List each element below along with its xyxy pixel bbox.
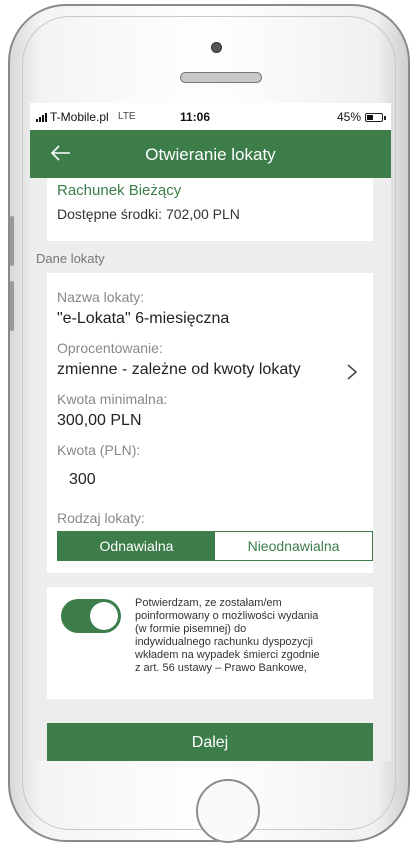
- network-label: LTE: [118, 111, 136, 122]
- account-card[interactable]: Rachunek Bieżący Dostępne środki: 702,00…: [47, 178, 373, 241]
- battery-percent: 45%: [336, 110, 361, 124]
- account-name: Rachunek Bieżący: [57, 182, 182, 199]
- front-camera: [211, 42, 222, 53]
- battery-icon: [365, 112, 386, 122]
- minimum-amount-label: Kwota minimalna:: [57, 391, 168, 407]
- clock: 11:06: [180, 110, 211, 124]
- amount-input[interactable]: 300: [69, 471, 96, 489]
- signal-bars-icon: [36, 112, 47, 122]
- option-renewable[interactable]: Odnawialna: [58, 532, 215, 560]
- page-title: Otwieranie lokaty: [145, 145, 276, 164]
- battery-fill: [367, 114, 373, 120]
- next-button[interactable]: Dalej: [47, 723, 373, 761]
- consent-toggle[interactable]: [61, 599, 121, 633]
- carrier-label: T-Mobile.pl: [50, 110, 109, 124]
- deposit-type-label: Rodzaj lokaty:: [57, 510, 145, 526]
- consent-card: Potwierdzam, ze zostałam/em poinformowan…: [47, 587, 373, 699]
- deposit-name-label: Nazwa lokaty:: [57, 289, 145, 305]
- chevron-right-icon[interactable]: [345, 362, 359, 382]
- volume-up-button: [10, 216, 14, 266]
- deposit-type-selector: Odnawialna Nieodnawialna: [57, 531, 373, 561]
- battery-group: 45%: [336, 110, 386, 124]
- consent-text: Potwierdzam, ze zostałam/em poinformowan…: [135, 597, 320, 674]
- section-label: Dane lokaty: [36, 251, 105, 266]
- interest-rate-value[interactable]: zmienne - zależne od kwoty lokaty: [57, 361, 301, 379]
- deposit-name-value: "e-Lokata" 6-miesięczna: [57, 310, 230, 327]
- interest-rate-label: Oprocentowanie:: [57, 340, 163, 356]
- home-button[interactable]: [196, 779, 260, 843]
- amount-label: Kwota (PLN):: [57, 442, 141, 458]
- available-funds: Dostępne środki: 702,00 PLN: [57, 206, 240, 222]
- toggle-knob: [90, 602, 118, 630]
- carrier-group: T-Mobile.pl: [36, 110, 109, 124]
- status-bar: T-Mobile.pl LTE 11:06 45%: [30, 103, 391, 130]
- app-header: Otwieranie lokaty: [30, 130, 391, 178]
- deposit-details-card: Nazwa lokaty: "e-Lokata" 6-miesięczna Op…: [47, 273, 373, 573]
- option-non-renewable[interactable]: Nieodnawialna: [215, 532, 372, 560]
- app-screen: T-Mobile.pl LTE 11:06 45% Otwieranie lok…: [30, 103, 391, 761]
- volume-down-button: [10, 281, 14, 331]
- earpiece-speaker: [180, 72, 262, 83]
- minimum-amount-value: 300,00 PLN: [57, 412, 142, 429]
